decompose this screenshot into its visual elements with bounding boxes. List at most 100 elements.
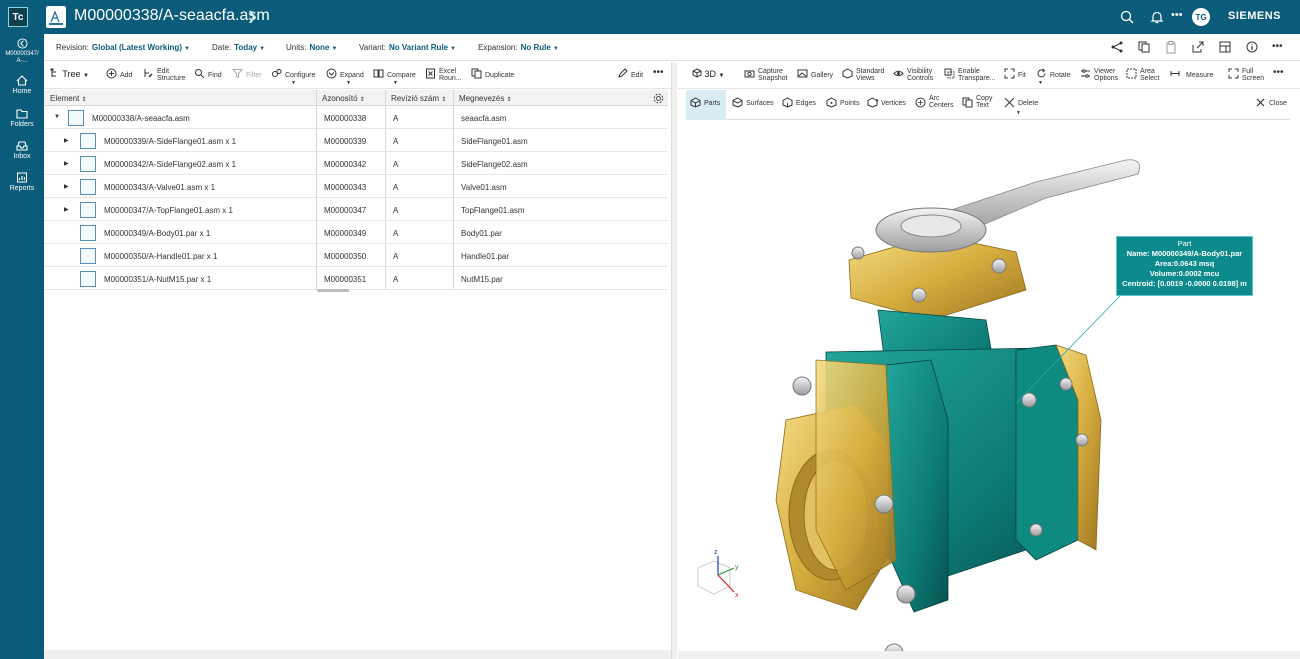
rail-label-reports: Reports bbox=[9, 185, 35, 192]
rail-item-folders[interactable]: Folders bbox=[0, 108, 44, 129]
cell-revision: A bbox=[393, 206, 399, 215]
options-icon bbox=[1081, 69, 1090, 78]
tree-label: Tree bbox=[62, 69, 81, 79]
table-row[interactable]: ▶ M00000347/A-TopFlange01.asm x 1 M00000… bbox=[44, 199, 668, 221]
table-row[interactable]: M00000350/A-Handle01.par x 1 M00000350 A… bbox=[44, 245, 668, 267]
gallery-icon bbox=[797, 69, 808, 78]
rail-item-back[interactable]: M00000347/A-... bbox=[0, 38, 44, 65]
part-icon bbox=[80, 248, 96, 264]
expand-icon[interactable]: ▶ bbox=[64, 160, 69, 167]
cell-element: M00000339/A-SideFlange01.asm x 1 bbox=[104, 137, 237, 146]
assembly-icon bbox=[80, 202, 96, 218]
area-select-icon bbox=[1126, 68, 1137, 79]
table-row[interactable]: M00000351/A-NutM15.par x 1 M00000351 A N… bbox=[44, 268, 668, 290]
expansion-selector[interactable]: Expansion: No Rule ▼ bbox=[478, 43, 559, 52]
cell-id: M00000338 bbox=[324, 114, 367, 123]
filter-icon bbox=[232, 69, 243, 79]
ruler-icon bbox=[1170, 71, 1180, 76]
cell-element: M00000347/A-TopFlange01.asm x 1 bbox=[104, 206, 233, 215]
rail-item-reports[interactable]: Reports bbox=[0, 172, 44, 193]
excel-icon bbox=[426, 68, 435, 79]
callout-area: Area:0.0643 msq bbox=[1154, 259, 1215, 268]
add-icon bbox=[106, 68, 117, 79]
cell-id: M00000343 bbox=[324, 183, 367, 192]
expand-icon[interactable]: ▶ bbox=[64, 137, 69, 144]
camera-icon bbox=[744, 70, 755, 78]
assembly-icon bbox=[80, 133, 96, 149]
column-header-name[interactable]: Megnevezés ⇕ bbox=[459, 94, 512, 103]
3d-viewport[interactable]: z y x Part Name: M00000349/A-Body01.par … bbox=[686, 120, 1290, 651]
panel-splitter[interactable] bbox=[671, 62, 677, 659]
horizontal-scrollbar[interactable] bbox=[317, 289, 349, 292]
gear-icon[interactable] bbox=[653, 93, 664, 104]
cell-element: M00000349/A-Body01.par x 1 bbox=[104, 229, 211, 238]
column-header-id[interactable]: Azonosító ⇕ bbox=[322, 94, 365, 103]
copy-icon[interactable] bbox=[1137, 40, 1151, 54]
assembly-icon bbox=[80, 156, 96, 172]
valve-3d-model[interactable]: z y x bbox=[686, 120, 1290, 651]
date-selector[interactable]: Date: Today ▼ bbox=[212, 43, 265, 52]
cell-element: M00000351/A-NutM15.par x 1 bbox=[104, 275, 212, 284]
table-row[interactable]: ▶ M00000342/A-SideFlange02.asm x 1 M0000… bbox=[44, 153, 668, 175]
info-icon[interactable] bbox=[1245, 40, 1259, 54]
panel-icon[interactable] bbox=[1218, 40, 1232, 54]
share-icon[interactable] bbox=[1110, 40, 1124, 54]
more-icon[interactable]: ••• bbox=[1272, 41, 1283, 52]
open-icon[interactable] bbox=[1191, 40, 1205, 54]
viewer-mode-label: 3D bbox=[704, 69, 717, 79]
table-row[interactable]: ▶ M00000343/A-Valve01.asm x 1 M00000343 … bbox=[44, 176, 668, 198]
inbox-icon bbox=[16, 141, 28, 151]
column-header-revision[interactable]: Revízió szám ⇕ bbox=[391, 94, 446, 103]
units-selector[interactable]: Units: None ▼ bbox=[286, 43, 337, 52]
expand-icon[interactable]: ▶ bbox=[64, 206, 69, 213]
cell-id: M00000351 bbox=[324, 275, 367, 284]
table-row[interactable]: ▼ M00000338/A-seaacfa.asm M00000338 A se… bbox=[44, 107, 668, 129]
panel-footer bbox=[44, 650, 671, 659]
more-icon[interactable]: ••• bbox=[1273, 68, 1284, 78]
bell-icon[interactable] bbox=[1149, 9, 1165, 25]
table-row[interactable]: ▶ M00000339/A-SideFlange01.asm x 1 M0000… bbox=[44, 130, 668, 152]
close-icon bbox=[1256, 98, 1265, 107]
part-info-callout[interactable]: Part Name: M00000349/A-Body01.par Area:0… bbox=[1116, 236, 1253, 296]
viewer-mode-selector[interactable]: 3D ▼ bbox=[692, 68, 732, 83]
svg-text:y: y bbox=[735, 564, 739, 571]
callout-title: Part bbox=[1177, 239, 1192, 248]
collapse-icon[interactable]: ▼ bbox=[54, 114, 60, 120]
cell-revision: A bbox=[393, 229, 399, 238]
paste-icon[interactable] bbox=[1164, 40, 1178, 54]
cell-revision: A bbox=[393, 275, 399, 284]
chevron-right-icon[interactable]: ❯ bbox=[247, 9, 257, 23]
cell-id: M00000349 bbox=[324, 229, 367, 238]
pencil-icon bbox=[618, 68, 628, 78]
delete-icon bbox=[1004, 97, 1015, 108]
rail-label-home: Home bbox=[12, 88, 32, 95]
callout-name: Name: M00000349/A-Body01.par bbox=[1126, 249, 1243, 258]
revision-rule-selector[interactable]: Revision: Global (Latest Working) ▼ bbox=[56, 43, 190, 52]
variant-selector[interactable]: Variant: No Variant Rule ▼ bbox=[359, 43, 456, 52]
configure-icon bbox=[272, 69, 282, 77]
rail-item-home[interactable]: Home bbox=[0, 75, 44, 96]
svg-text:z: z bbox=[714, 549, 718, 556]
avatar[interactable]: TG bbox=[1192, 8, 1210, 26]
table-header: Element ⇕ Azonosító ⇕ Revízió szám ⇕ Meg… bbox=[44, 90, 668, 106]
more-icon[interactable]: ••• bbox=[1171, 9, 1183, 21]
cell-element: M00000338/A-seaacfa.asm bbox=[92, 114, 190, 123]
column-header-element[interactable]: Element ⇕ bbox=[50, 94, 87, 103]
compare-icon bbox=[373, 69, 384, 78]
app-header: M00000338/A-seaacfa.asm ❯ ••• TG SIEMENS bbox=[44, 0, 1300, 34]
callout-centroid: Centroid: [0.0019 -0.0000 0.0198] m bbox=[1122, 279, 1247, 288]
cell-revision: A bbox=[393, 114, 399, 123]
table-row[interactable]: M00000349/A-Body01.par x 1 M00000349 A B… bbox=[44, 222, 668, 244]
tree-view-selector[interactable]: Tree ▼ bbox=[50, 68, 89, 83]
search-icon[interactable] bbox=[1119, 9, 1135, 25]
callout-volume: Volume:0.0002 mcu bbox=[1149, 269, 1220, 278]
cell-name: Handle01.par bbox=[461, 252, 510, 261]
expand-icon[interactable]: ▶ bbox=[64, 183, 69, 190]
teamcenter-logo[interactable]: Tc bbox=[8, 7, 28, 27]
duplicate-icon bbox=[471, 68, 482, 79]
more-icon[interactable]: ••• bbox=[653, 68, 664, 78]
cell-id: M00000339 bbox=[324, 137, 367, 146]
viewer-footer bbox=[678, 651, 1300, 659]
part-icon bbox=[80, 271, 96, 287]
rail-item-inbox[interactable]: Inbox bbox=[0, 140, 44, 161]
